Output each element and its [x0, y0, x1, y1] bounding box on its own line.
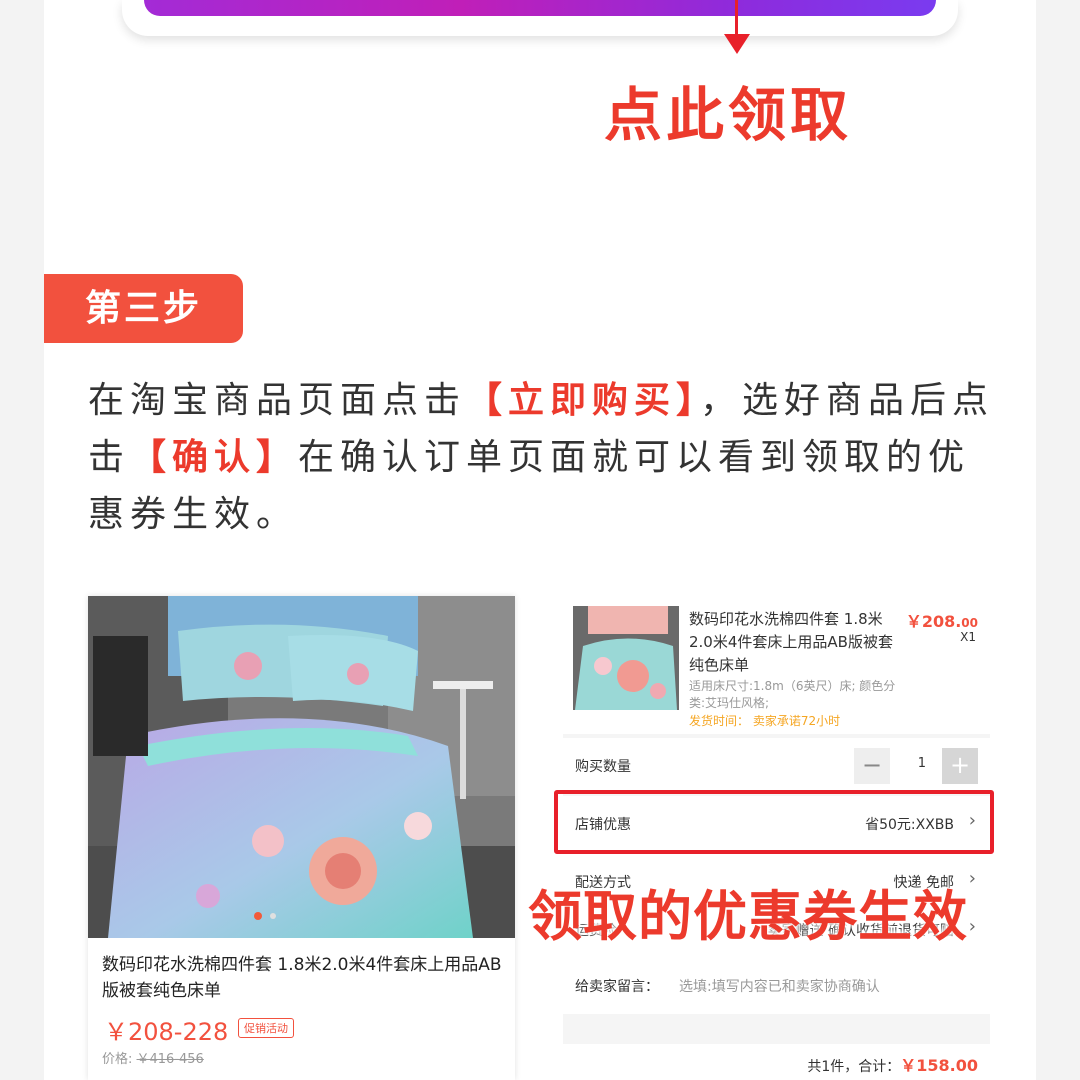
instruction-text-1: 在淘宝商品页面点击 — [88, 380, 467, 421]
order-item-ship-time: 发货时间： 卖家承诺72小时 — [689, 714, 841, 728]
promo-badge[interactable]: 促销活动 — [238, 1018, 294, 1038]
chevron-right-icon: › — [968, 916, 976, 937]
shop-discount-highlight-box — [554, 790, 994, 854]
arrow-head-icon — [724, 34, 750, 54]
chevron-right-icon: › — [968, 868, 976, 889]
product-photo — [88, 596, 515, 938]
total-amount: ￥158.00 — [900, 1056, 978, 1075]
order-item-price-main: ￥208. — [905, 612, 962, 631]
step-three-tag: 第三步 — [44, 274, 243, 343]
product-price: ￥208-228 — [104, 1018, 229, 1046]
order-item-qty: X1 — [960, 630, 976, 644]
claim-here-label: 点此领取 — [604, 81, 853, 149]
order-item: 数码印花水洗棉四件套 1.8米2.0米4件套床上用品AB版被套纯色床单 适用床尺… — [563, 596, 990, 734]
order-item-price-cents: 00 — [961, 616, 978, 630]
claim-banner-frame — [122, 0, 958, 36]
message-label: 给卖家留言： — [575, 979, 659, 995]
quantity-label: 购买数量 — [575, 759, 631, 775]
claim-banner[interactable] — [144, 0, 936, 16]
original-price-label: 价格: — [102, 1052, 137, 1067]
coupon-effective-label: 领取的优惠券生效 — [528, 885, 968, 948]
total-text: 共1件，合计： — [807, 1059, 901, 1075]
order-item-title: 数码印花水洗棉四件套 1.8米2.0米4件套床上用品AB版被套纯色床单 — [689, 610, 893, 674]
order-item-spec: 适用床尺寸:1.8m（6英尺）床; 颜色分类:艾玛仕风格; — [689, 679, 896, 710]
order-total: 共1件，合计：￥158.00 — [807, 1052, 978, 1076]
buy-now-highlight: 【立即购买】 — [466, 380, 701, 421]
arrow-down-icon — [735, 0, 738, 36]
total-row: 共1件，合计：￥158.00 — [563, 1044, 990, 1080]
message-row: 给卖家留言： 选填:填写内容已和卖家协商确认 — [563, 958, 990, 1014]
original-price: 价格: ￥416-456 — [102, 1048, 204, 1067]
original-price-value: ￥416-456 — [136, 1052, 204, 1067]
quantity-row: 购买数量 − 1 + — [563, 738, 990, 794]
quantity-increase-button[interactable]: + — [942, 748, 978, 784]
quantity-decrease-button[interactable]: − — [854, 748, 890, 784]
confirm-highlight: 【确认】 — [130, 437, 299, 478]
order-item-price: ￥208.00 — [906, 608, 978, 632]
step-instruction: 在淘宝商品页面点击【立即购买】，选好商品后点击【确认】在确认订单页面就可以看到领… — [88, 372, 998, 543]
message-input[interactable]: 选填:填写内容已和卖家协商确认 — [679, 976, 880, 996]
quantity-value: 1 — [917, 756, 926, 771]
product-page-screenshot: 数码印花水洗棉四件套 1.8米2.0米4件套床上用品AB版被套纯色床单 ￥208… — [88, 596, 515, 1080]
order-item-thumbnail — [573, 606, 679, 710]
product-title: 数码印花水洗棉四件套 1.8米2.0米4件套床上用品AB版被套纯色床单 — [102, 955, 502, 1001]
